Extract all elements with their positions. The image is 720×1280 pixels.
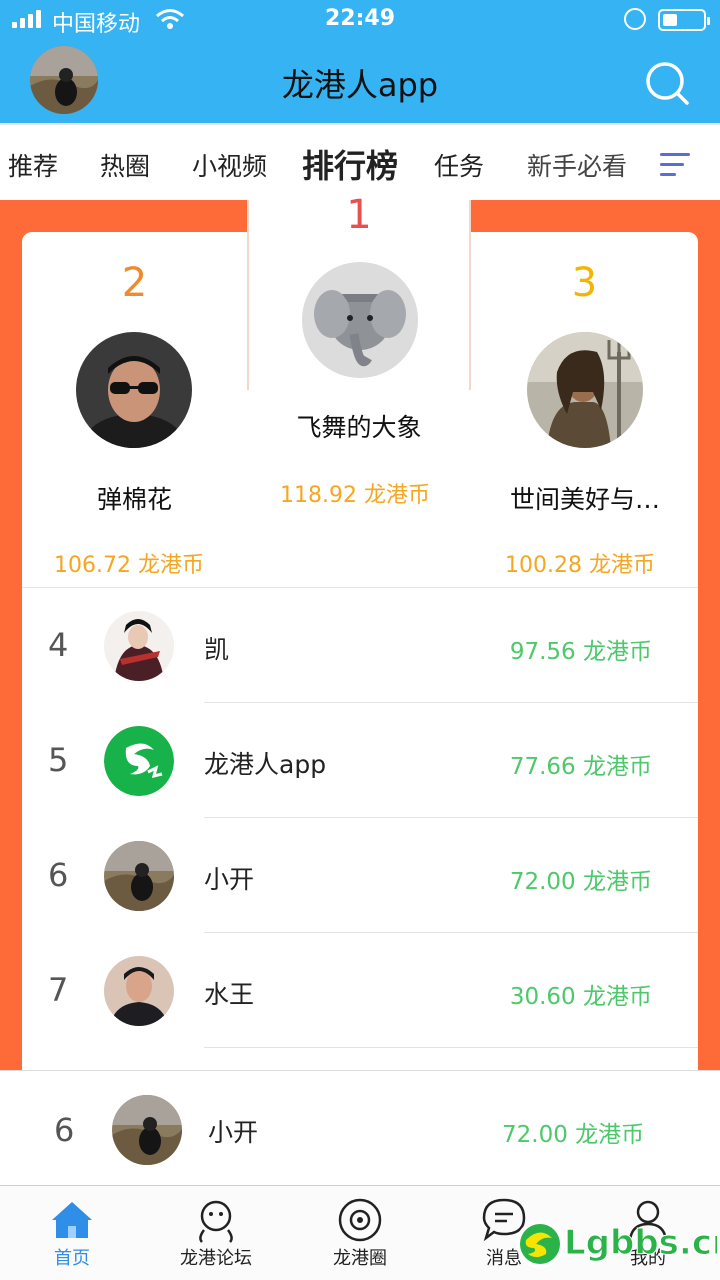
tab-leaderboard[interactable]: 排行榜 [302, 141, 398, 187]
row-avatar[interactable] [104, 841, 174, 911]
row-name: 小开 [204, 865, 255, 894]
row-coins: 30.60 龙港币 [509, 984, 652, 1010]
rank-1-coins: 118.92 龙港币 [280, 483, 430, 508]
rank-3-name[interactable]: 世间美好与… [500, 480, 670, 516]
my-rank-number: 6 [54, 1111, 75, 1149]
rank-1-number: 1 [346, 192, 372, 238]
category-tabs: 推荐 热圈 小视频 排行榜 任务 新手必看 [0, 123, 720, 200]
status-time: 22:49 [324, 6, 396, 31]
tab-leaderboard-label: 排行榜 [302, 147, 399, 185]
rank-1-avatar[interactable] [302, 262, 418, 378]
ranking-row-7[interactable]: 7 水王 30.60 龙港币 [22, 933, 698, 1048]
svg-text:Lgbbs.cn: Lgbbs.cn [564, 1223, 717, 1263]
my-coins: 72.00 龙港币 [502, 1122, 645, 1148]
row-rank: 6 [48, 856, 69, 894]
row-coins: 72.00 龙港币 [509, 869, 652, 895]
forum-icon [199, 1200, 233, 1243]
ranking-list: 4 凯 97.56 龙港币 5 龙港人app 77.66 龙港币 6 小开 72… [22, 587, 698, 1070]
nav-circle-label: 龙港圈 [333, 1248, 387, 1269]
row-avatar[interactable] [104, 611, 174, 681]
rank-2-coins: 106.72 龙港币 [54, 553, 204, 578]
rank-2-number: 2 [121, 260, 148, 306]
row-avatar[interactable] [104, 726, 174, 796]
nav-circle[interactable]: 龙港圈 [288, 1186, 432, 1280]
row-coins: 77.66 龙港币 [509, 754, 652, 780]
tab-menu-icon[interactable] [660, 153, 692, 177]
home-icon [52, 1202, 92, 1238]
rank-2-avatar[interactable] [76, 332, 192, 448]
tab-hot-circle[interactable]: 热圈 [100, 147, 150, 183]
rank-2-name[interactable]: 弹棉花 [22, 480, 247, 516]
battery-icon [658, 9, 710, 31]
tab-tasks[interactable]: 任务 [434, 147, 484, 183]
nav-forum-label: 龙港论坛 [180, 1248, 252, 1269]
row-rank: 4 [48, 626, 69, 664]
row-name: 龙港人app [204, 750, 327, 779]
row-name: 凯 [204, 635, 230, 664]
my-name: 小开 [208, 1118, 259, 1147]
rank-1-name[interactable]: 飞舞的大象 [247, 408, 471, 444]
rank-3-coins: 100.28 龙港币 [505, 553, 655, 578]
tab-short-video[interactable]: 小视频 [192, 147, 267, 183]
nav-home[interactable]: 首页 [0, 1186, 144, 1280]
top-bar: 中国移动 22:49 龙港人app [0, 0, 720, 123]
rotation-lock-icon [624, 8, 646, 30]
rank-3-avatar[interactable] [527, 332, 643, 448]
my-avatar[interactable] [112, 1095, 182, 1165]
row-divider [204, 1047, 698, 1048]
status-bar: 中国移动 22:49 [0, 0, 720, 40]
ranking-row-6[interactable]: 6 小开 72.00 龙港币 [22, 818, 698, 933]
row-coins: 97.56 龙港币 [509, 639, 652, 665]
row-rank: 7 [48, 971, 69, 1009]
ranking-row-5[interactable]: 5 龙港人app 77.66 龙港币 [22, 703, 698, 818]
row-name: 水王 [204, 980, 255, 1009]
tab-beginner-guide[interactable]: 新手必看 [527, 147, 627, 183]
circle-icon [338, 1198, 382, 1242]
tab-recommend[interactable]: 推荐 [8, 147, 58, 183]
nav-home-label: 首页 [54, 1248, 90, 1269]
page-title: 龙港人app [281, 66, 439, 104]
rank-3-number: 3 [571, 260, 598, 306]
lgbbs-watermark-logo: Lgbbs.cn [516, 1220, 717, 1268]
my-rank-bar[interactable]: 6 小开 72.00 龙港币 [0, 1070, 720, 1185]
ranking-row-4[interactable]: 4 凯 97.56 龙港币 [22, 588, 698, 703]
row-avatar[interactable] [104, 956, 174, 1026]
search-icon[interactable] [644, 60, 690, 106]
nav-forum[interactable]: 龙港论坛 [144, 1186, 288, 1280]
row-rank: 5 [48, 741, 69, 779]
